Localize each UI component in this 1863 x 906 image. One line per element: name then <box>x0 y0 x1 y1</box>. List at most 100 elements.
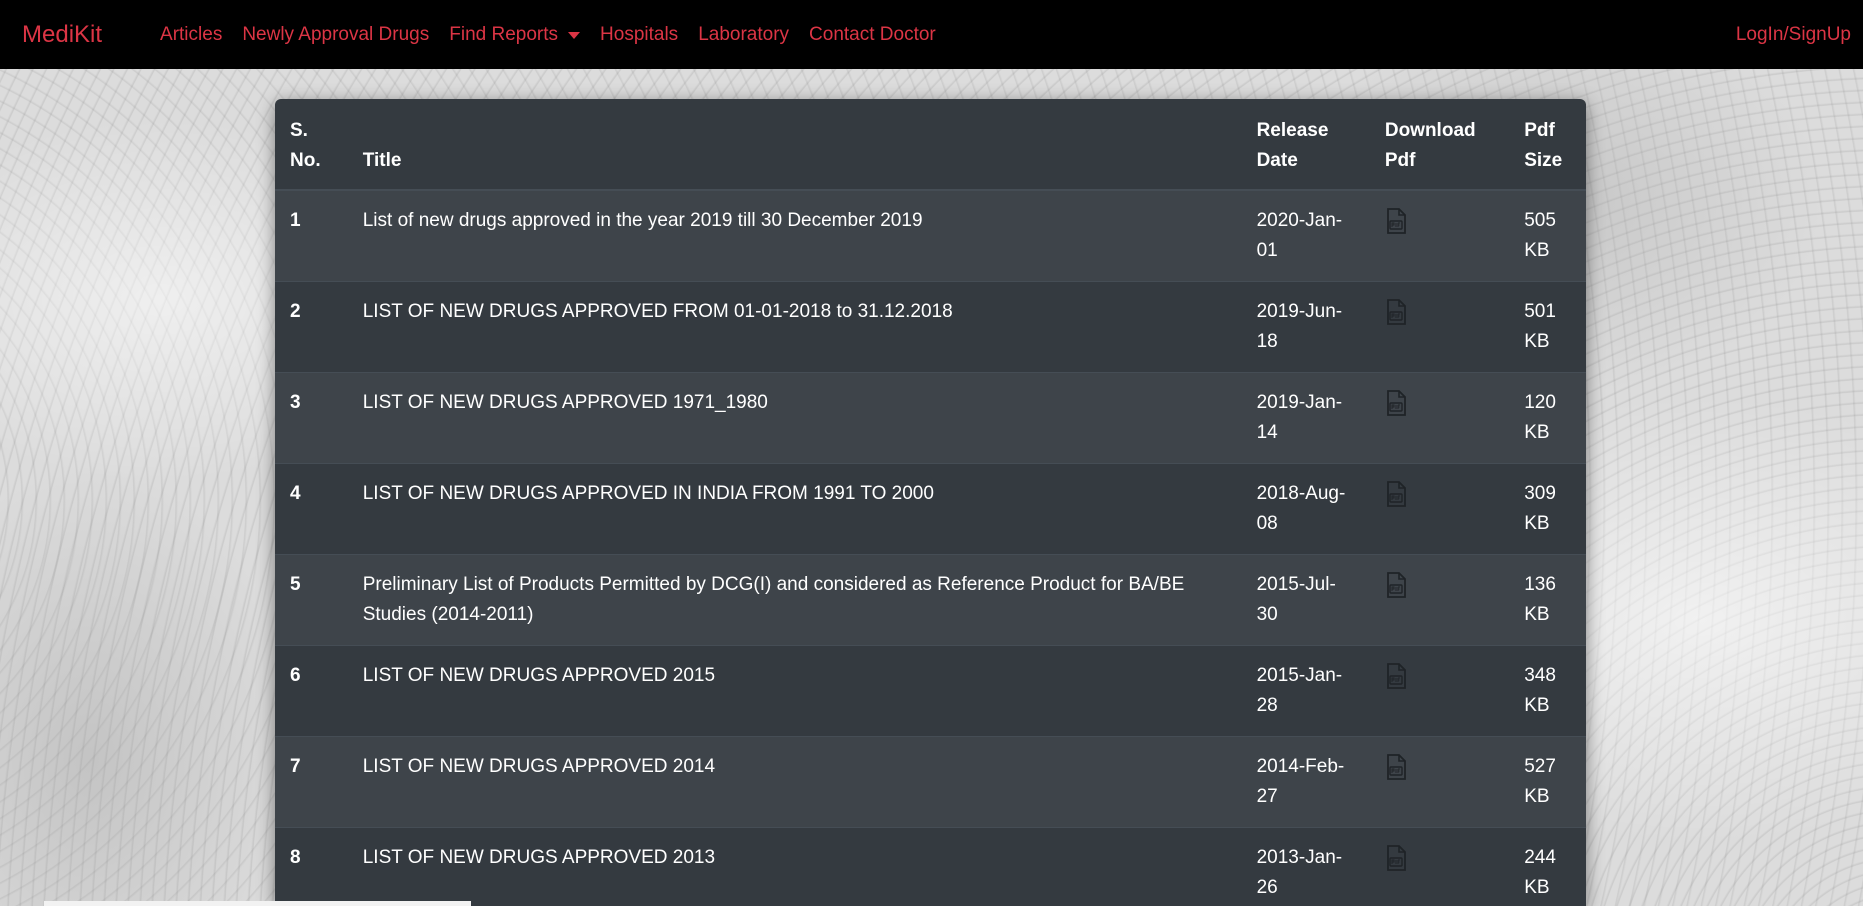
row-date-line1: 2014-Feb- <box>1256 756 1345 777</box>
row-download <box>1369 554 1510 646</box>
row-date-line2: 26 <box>1256 877 1278 898</box>
pdf-file-icon[interactable] <box>1385 572 1407 598</box>
row-sno: 7 <box>275 736 348 828</box>
header-date-line1: Release <box>1256 120 1329 141</box>
row-download <box>1369 463 1510 555</box>
row-title: LIST OF NEW DRUGS APPROVED 2013 <box>347 827 1242 906</box>
row-size-unit: KB <box>1524 695 1550 716</box>
row-pdf-size: 348 KB <box>1509 645 1586 737</box>
pdf-file-icon[interactable] <box>1385 754 1407 780</box>
row-date-line1: 2018-Aug- <box>1256 483 1346 504</box>
row-date-line2: 01 <box>1256 240 1278 261</box>
table-row: 1 List of new drugs approved in the year… <box>275 189 1586 282</box>
row-title-line1: Preliminary List of Products Permitted b… <box>362 574 1185 595</box>
row-pdf-size: 505 KB <box>1509 189 1586 282</box>
login-signup-link[interactable]: LogIn/SignUp <box>1736 24 1851 46</box>
row-size-value: 501 <box>1524 301 1556 322</box>
pdf-file-icon[interactable] <box>1385 663 1407 689</box>
pdf-file-icon[interactable] <box>1385 845 1407 871</box>
horizontal-scrollbar[interactable] <box>44 901 471 906</box>
row-release-date: 2020-Jan- 01 <box>1241 189 1370 282</box>
navbar: MediKit Articles Newly Approval Drugs Fi… <box>0 0 1863 69</box>
row-download <box>1369 281 1510 373</box>
header-release-date: Release Date <box>1241 99 1370 191</box>
nav-dropdown-find-reports[interactable]: Find Reports <box>439 24 590 46</box>
row-size-value: 505 <box>1524 210 1556 231</box>
row-sno: 3 <box>275 372 348 464</box>
row-size-value: 309 <box>1524 483 1556 504</box>
row-release-date: 2015-Jul- 30 <box>1241 554 1370 646</box>
table-row: 5 Preliminary List of Products Permitted… <box>275 554 1586 646</box>
header-download-line1: Download <box>1384 120 1476 141</box>
row-pdf-size: 527 KB <box>1509 736 1586 828</box>
row-date-line1: 2019-Jan- <box>1256 392 1343 413</box>
drugs-table: S. No. Title Release Date Download Pdf P… <box>275 99 1586 906</box>
row-pdf-size: 309 KB <box>1509 463 1586 555</box>
pdf-file-icon[interactable] <box>1385 208 1407 234</box>
row-size-unit: KB <box>1524 331 1550 352</box>
nav-link-hospitals[interactable]: Hospitals <box>590 24 688 46</box>
row-pdf-size: 136 KB <box>1509 554 1586 646</box>
header-row: S. No. Title Release Date Download Pdf P… <box>275 99 1586 191</box>
table-row: 4 LIST OF NEW DRUGS APPROVED IN INDIA FR… <box>275 463 1586 555</box>
row-pdf-size: 244 KB <box>1509 827 1586 906</box>
row-sno: 1 <box>275 189 348 282</box>
row-date-line2: 30 <box>1256 604 1278 625</box>
row-date-line1: 2015-Jul- <box>1256 574 1336 595</box>
header-date-line2: Date <box>1256 150 1298 171</box>
row-date-line2: 18 <box>1256 331 1278 352</box>
row-sno: 6 <box>275 645 348 737</box>
row-pdf-size: 501 KB <box>1509 281 1586 373</box>
row-size-unit: KB <box>1524 422 1550 443</box>
table-row: 6 LIST OF NEW DRUGS APPROVED 2015 2015-J… <box>275 645 1586 737</box>
row-release-date: 2015-Jan- 28 <box>1241 645 1370 737</box>
row-sno: 4 <box>275 463 348 555</box>
table-row: 3 LIST OF NEW DRUGS APPROVED 1971_1980 2… <box>275 372 1586 464</box>
row-date-line2: 08 <box>1256 513 1278 534</box>
row-pdf-size: 120 KB <box>1509 372 1586 464</box>
row-sno: 5 <box>275 554 348 646</box>
row-date-line2: 14 <box>1256 422 1278 443</box>
row-title-line2: Studies (2014-2011) <box>362 604 534 625</box>
header-download-pdf: Download Pdf <box>1369 99 1510 191</box>
row-size-value: 120 <box>1524 392 1556 413</box>
header-pdf-size: Pdf Size <box>1509 99 1586 191</box>
row-title: LIST OF NEW DRUGS APPROVED 2014 <box>347 736 1242 828</box>
row-date-line1: 2019-Jun- <box>1256 301 1343 322</box>
row-title: List of new drugs approved in the year 2… <box>347 189 1242 282</box>
row-release-date: 2014-Feb- 27 <box>1241 736 1370 828</box>
row-title: LIST OF NEW DRUGS APPROVED 1971_1980 <box>347 372 1242 464</box>
table-body: 1 List of new drugs approved in the year… <box>275 189 1586 906</box>
nav-link-articles[interactable]: Articles <box>150 24 232 46</box>
pdf-file-icon[interactable] <box>1385 299 1407 325</box>
nav-link-laboratory[interactable]: Laboratory <box>688 24 799 46</box>
nav-link-newly-approval-drugs[interactable]: Newly Approval Drugs <box>232 24 439 46</box>
drugs-table-card: S. No. Title Release Date Download Pdf P… <box>275 99 1586 906</box>
table-row: 8 LIST OF NEW DRUGS APPROVED 2013 2013-J… <box>275 827 1586 906</box>
header-size-line1: Pdf <box>1524 120 1555 141</box>
row-download <box>1369 372 1510 464</box>
header-size-line2: Size <box>1524 150 1563 171</box>
header-sno-line2: No. <box>290 150 321 171</box>
header-sno: S. No. <box>275 99 348 191</box>
header-sno-line1: S. <box>290 120 308 141</box>
row-title: LIST OF NEW DRUGS APPROVED FROM 01-01-20… <box>347 281 1242 373</box>
row-size-unit: KB <box>1524 604 1550 625</box>
row-date-line1: 2013-Jan- <box>1256 847 1343 868</box>
row-release-date: 2019-Jan- 14 <box>1241 372 1370 464</box>
row-size-value: 136 <box>1524 574 1556 595</box>
row-size-unit: KB <box>1524 513 1550 534</box>
row-sno: 2 <box>275 281 348 373</box>
row-date-line1: 2015-Jan- <box>1256 665 1343 686</box>
row-download <box>1369 827 1510 906</box>
nav-link-contact-doctor[interactable]: Contact Doctor <box>799 24 946 46</box>
nav-dropdown-label: Find Reports <box>449 23 559 45</box>
row-size-unit: KB <box>1524 877 1550 898</box>
row-download <box>1369 189 1510 282</box>
table-row: 7 LIST OF NEW DRUGS APPROVED 2014 2014-F… <box>275 736 1586 828</box>
pdf-file-icon[interactable] <box>1385 390 1407 416</box>
row-release-date: 2013-Jan- 26 <box>1241 827 1370 906</box>
caret-down-icon <box>568 32 581 39</box>
pdf-file-icon[interactable] <box>1385 481 1407 507</box>
brand-logo[interactable]: MediKit <box>22 21 102 49</box>
